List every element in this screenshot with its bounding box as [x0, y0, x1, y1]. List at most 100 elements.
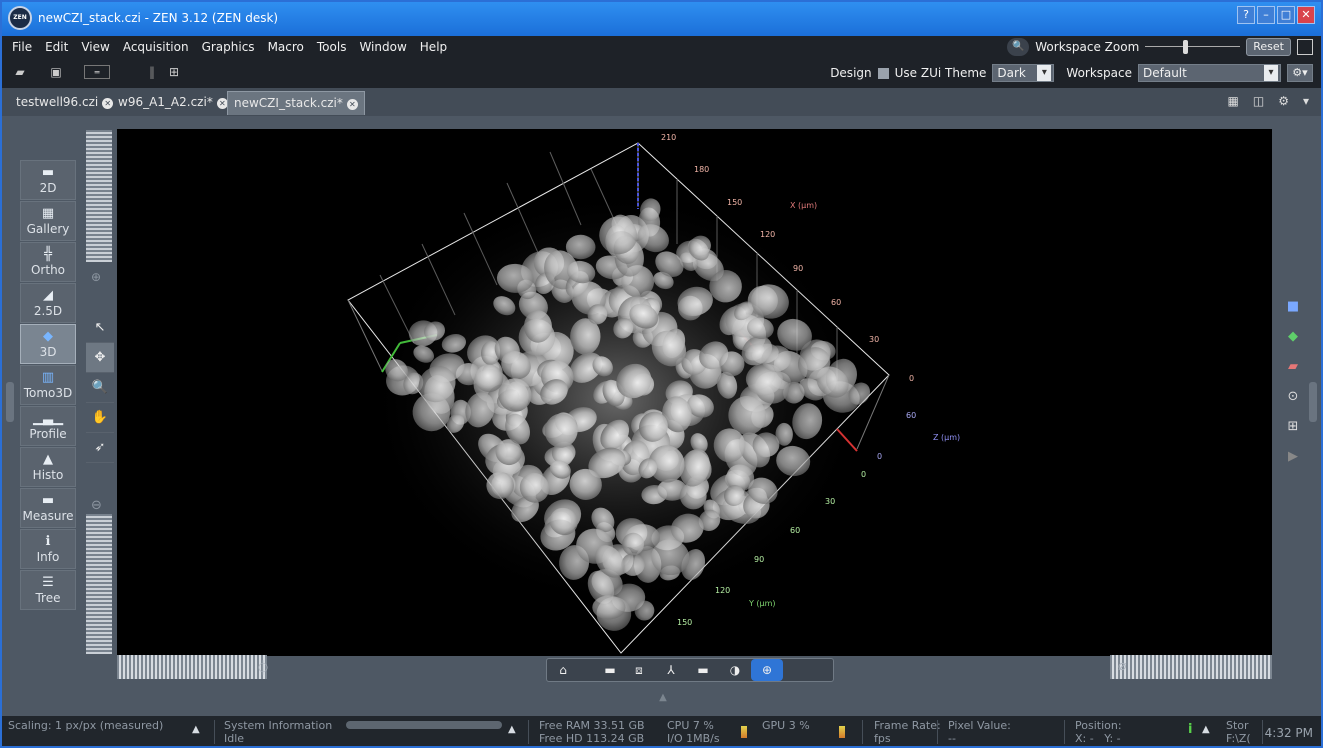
zoom-icon: ⊕ [91, 270, 102, 284]
tab-w96-a1-a2[interactable]: w96_A1_A2.czi* ✕ [112, 91, 234, 115]
ruler-icon[interactable]: ═ [84, 65, 110, 79]
view-3d[interactable]: ◆ 3D [20, 324, 76, 364]
help-button[interactable]: ? [1237, 6, 1255, 24]
left-panel-collapse-handle[interactable] [6, 382, 14, 422]
menu-help[interactable]: Help [420, 40, 447, 54]
toolbar: ▰ ▣ ═ ‖ ⊞ Design Use ZUi Theme Dark Work… [2, 59, 1321, 88]
rotation-slider-left[interactable] [117, 655, 267, 679]
home-icon[interactable]: ⌂ [547, 659, 579, 681]
menu-edit[interactable]: Edit [45, 40, 68, 54]
view-info[interactable]: ℹ Info [20, 529, 76, 569]
popout-icon[interactable] [1297, 39, 1313, 55]
view-label: Tree [35, 591, 61, 605]
zoom-slider-top[interactable] [86, 130, 112, 262]
light-icon[interactable]: ◑ [719, 659, 751, 681]
surface-icon[interactable]: ◆ [1279, 322, 1307, 352]
view-profile[interactable]: ▁▃▁ Profile [20, 406, 76, 446]
document-tabs: testwell96.czi ✕ w96_A1_A2.czi* ✕ newCZI_s… [2, 88, 1321, 116]
workspace-dropdown[interactable]: Default [1138, 64, 1281, 82]
cpu-info: CPU 7 % I/O 1MB/s [667, 719, 720, 745]
zoom-tool-icon[interactable]: 🔍 [86, 373, 114, 403]
rotation-slider-vertical[interactable] [86, 514, 112, 654]
menu-file[interactable]: File [12, 40, 32, 54]
view-switcher: ▬ 2D ▦ Gallery ╬ Ortho ◢ 2.5D ◆ 3D ▥ Tomo3D ▁▃… [20, 160, 76, 611]
menu-view[interactable]: View [81, 40, 109, 54]
fly-tool-icon[interactable]: ➶ [86, 433, 114, 463]
view-histo[interactable]: ▲ Histo [20, 447, 76, 487]
add-keyframe-icon[interactable]: ⊞ [1279, 412, 1307, 442]
3d-viewport[interactable]: X (µm) Z (µm) Y (µm) 210 180 150 120 90 60 30 0… [117, 129, 1272, 656]
axes-icon[interactable]: ⅄ [655, 659, 687, 681]
view-tree[interactable]: ☰ Tree [20, 570, 76, 610]
progress-bar [346, 721, 502, 729]
view-2-5d[interactable]: ◢ 2.5D [20, 283, 76, 323]
zen-logo-icon[interactable]: ZEN [8, 6, 32, 30]
rotation-slider-right[interactable] [1110, 655, 1272, 679]
menu-macro[interactable]: Macro [268, 40, 304, 54]
chevron-up-icon[interactable]: ▲ [192, 724, 200, 735]
tab-label: newCZI_stack.czi* [234, 96, 343, 110]
view-label: Measure [22, 509, 74, 523]
tab-tools: ▦ ◫ ⚙ ▾ [1228, 94, 1309, 108]
view-ortho[interactable]: ╬ Ortho [20, 242, 76, 282]
scalebar-icon[interactable]: ▬ [597, 659, 623, 681]
window-title: newCZI_stack.czi - ZEN 3.12 (ZEN desk) [38, 11, 279, 25]
use-zui-checkbox[interactable] [877, 67, 889, 79]
maximize-button[interactable]: □ [1277, 6, 1295, 24]
camera-icon[interactable]: ⊙ [1279, 382, 1307, 412]
workspace-zoom-slider[interactable] [1145, 38, 1241, 56]
menu-graphics[interactable]: Graphics [202, 40, 255, 54]
divider [937, 720, 938, 744]
view-gallery[interactable]: ▦ Gallery [20, 201, 76, 241]
view-2d[interactable]: ▬ 2D [20, 160, 76, 200]
tab-testwell96[interactable]: testwell96.czi ✕ [10, 91, 119, 115]
design-controls: Design Use ZUi Theme Dark Workspace Defa… [830, 64, 1313, 82]
search-icon[interactable]: 🔍 [1007, 38, 1030, 56]
ruler-icon[interactable]: ▬ [687, 659, 719, 681]
bottom-panel-collapse-handle[interactable]: ▲ [652, 692, 674, 703]
gear-icon[interactable]: ⚙ [1278, 94, 1289, 108]
settings-gear-icon[interactable]: ⚙▾ [1287, 64, 1313, 82]
3d-box-icon[interactable]: ■ [1279, 292, 1307, 322]
chevron-down-icon[interactable]: ▾ [1303, 94, 1309, 108]
slider-thumb[interactable] [1183, 40, 1189, 54]
right-toolbar: ■ ◆ ▰ ⊙ ⊞ ▶ [1279, 292, 1309, 472]
3d-cube-icon: ◆ [43, 329, 53, 344]
close-tab-icon[interactable]: ✕ [346, 99, 358, 110]
save-icon[interactable]: ▣ [48, 65, 64, 79]
view-label: Profile [29, 427, 67, 441]
info-icon[interactable]: i [1188, 723, 1192, 736]
system-info[interactable]: System Information Idle [224, 719, 332, 745]
pan-hand-icon[interactable]: ✋ [86, 403, 114, 433]
design-label: Design [830, 66, 872, 80]
chevron-up-icon[interactable]: ▲ [508, 724, 516, 735]
clip-plane-icon[interactable]: ▰ [1279, 352, 1307, 382]
play-icon[interactable]: ▶ [1279, 442, 1307, 472]
rotate-tool-icon[interactable]: ✥ [86, 343, 114, 373]
pointer-tool-icon[interactable]: ↖ [86, 313, 114, 343]
menu-tools[interactable]: Tools [317, 40, 347, 54]
divider [862, 720, 863, 744]
split-view-icon[interactable]: ◫ [1253, 94, 1264, 108]
right-panel-collapse-handle[interactable] [1309, 382, 1317, 422]
reset-button[interactable]: Reset [1246, 38, 1291, 56]
view-measure[interactable]: ▬ Measure [20, 488, 76, 528]
new-document-icon[interactable]: ⊞ [166, 65, 182, 79]
workspace-zoom-label: Workspace Zoom [1035, 40, 1140, 54]
minimize-button[interactable]: – [1257, 6, 1275, 24]
theme-dropdown[interactable]: Dark [992, 64, 1055, 82]
box-icon[interactable]: ⧈ [623, 659, 655, 681]
tab-newczi-stack[interactable]: newCZI_stack.czi* ✕ [227, 91, 365, 115]
clock: 4:32 PM [1264, 726, 1313, 740]
chevron-up-icon[interactable]: ▲ [1202, 724, 1210, 735]
close-button[interactable]: ✕ [1297, 6, 1315, 24]
view-tomo3d[interactable]: ▥ Tomo3D [20, 365, 76, 405]
view-label: Tomo3D [23, 386, 73, 400]
menu-window[interactable]: Window [359, 40, 406, 54]
divider [214, 720, 215, 744]
render-mode-icon[interactable]: ⊕ [751, 659, 783, 681]
open-folder-icon[interactable]: ▰ [12, 65, 28, 79]
menu-acquisition[interactable]: Acquisition [123, 40, 189, 54]
grid-layout-icon[interactable]: ▦ [1228, 94, 1239, 108]
free-ram: Free RAM 33.51 GB [539, 719, 645, 732]
